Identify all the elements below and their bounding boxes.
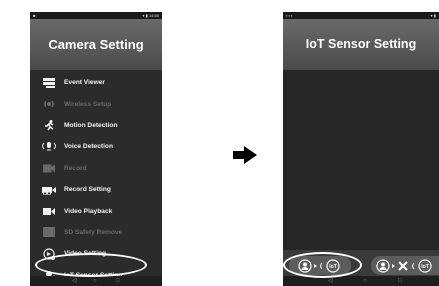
sd-card-icon — [42, 226, 56, 238]
record-camera-icon — [42, 162, 56, 174]
home-button[interactable]: ○ — [363, 278, 367, 284]
status-left: ■ — [33, 13, 36, 18]
menu-item-wireless-setup: Wireless Setup — [30, 93, 162, 114]
camera-setting-screen: ■ ▾ ▮ 14:58 Camera Setting Event Viewer … — [30, 12, 162, 286]
settings-menu: Event Viewer Wireless Setup Motion Detec… — [30, 70, 162, 281]
menu-item-label: Video Playback — [64, 207, 113, 215]
menu-item-video-playback[interactable]: Video Playback — [30, 200, 162, 221]
menu-item-record-setting[interactable]: Record Setting — [30, 179, 162, 200]
menu-item-label: Motion Detection — [64, 121, 118, 129]
recent-apps-button[interactable]: □ — [398, 278, 402, 284]
sensor-x-iot-icon: IoT — [376, 258, 432, 273]
page-title: IoT Sensor Setting — [283, 19, 439, 70]
recent-apps-button[interactable]: □ — [116, 278, 120, 284]
menu-item-voice-detection[interactable]: Voice Detection — [30, 136, 162, 157]
menu-item-record: Record — [30, 158, 162, 179]
menu-item-event-viewer[interactable]: Event Viewer — [30, 72, 162, 93]
menu-item-label: SD Safety Remove — [64, 228, 123, 236]
running-person-icon — [42, 119, 56, 131]
menu-item-label: Record — [64, 164, 87, 172]
nav-bar: ◁ ○ □ — [30, 276, 162, 286]
page-title: Camera Setting — [30, 19, 162, 70]
status-right: ▾ ▮ — [430, 13, 436, 18]
menu-item-label: Wireless Setup — [64, 100, 112, 108]
home-button[interactable]: ○ — [93, 278, 97, 284]
menu-item-sd-safety-remove: SD Safety Remove — [30, 222, 162, 243]
wireless-icon — [42, 98, 56, 110]
iot-sensor-disconnected-button[interactable]: IoT — [371, 256, 439, 275]
back-button[interactable]: ◁ — [328, 278, 333, 284]
highlight-ellipse-iot-setting — [35, 253, 147, 277]
status-right: ▾ ▮ 14:58 — [142, 13, 159, 18]
event-viewer-icon — [42, 77, 56, 89]
menu-item-label: Voice Detection — [64, 143, 113, 151]
arrow-right-icon — [233, 146, 257, 164]
menu-item-label: Record Setting — [64, 186, 111, 194]
voice-icon — [42, 141, 56, 153]
status-bar: ▪ ▪ ▪ ▾ ▮ — [283, 12, 439, 19]
record-setting-icon — [42, 184, 56, 196]
status-left: ▪ ▪ ▪ — [286, 13, 293, 18]
svg-text:IoT: IoT — [421, 264, 429, 270]
nav-bar: ◁ ○ □ — [283, 276, 439, 286]
highlight-ellipse-iot-button — [283, 252, 362, 278]
menu-item-motion-detection[interactable]: Motion Detection — [30, 115, 162, 136]
video-playback-icon — [42, 205, 56, 217]
back-button[interactable]: ◁ — [72, 278, 77, 284]
status-bar: ■ ▾ ▮ 14:58 — [30, 12, 162, 19]
iot-sensor-setting-screen: ▪ ▪ ▪ ▾ ▮ IoT Sensor Setting IoT IoT ◁ ○… — [283, 12, 439, 286]
menu-item-label: Event Viewer — [64, 79, 105, 87]
